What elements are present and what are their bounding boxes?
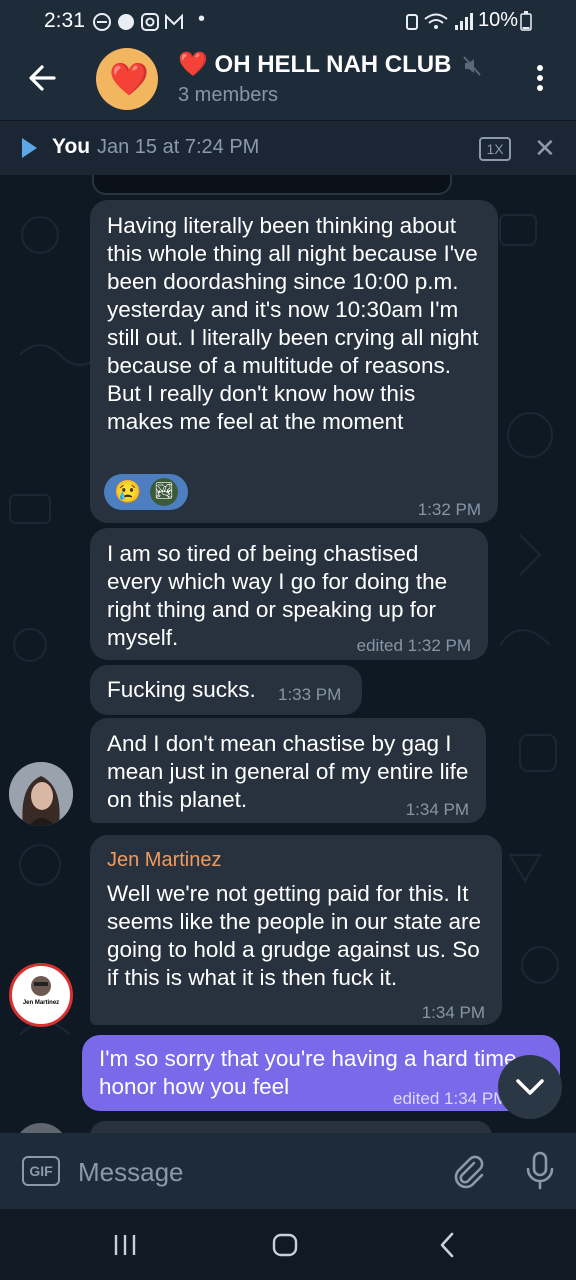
chat-title[interactable]: ❤️ OH HELL NAH CLUB [178, 50, 451, 79]
notification-icons [93, 13, 183, 31]
status-dot: • [198, 8, 206, 30]
group-avatar-heart: ❤️ [109, 61, 149, 97]
message-text: Fucking sucks. [107, 677, 256, 702]
playback-speed-button[interactable]: 1X [479, 137, 511, 161]
chevron-down-icon [516, 1079, 544, 1095]
user-avatar[interactable]: Jen Martinez [9, 963, 73, 1027]
message-time: 1:32 PM [417, 500, 481, 519]
message-text: Having literally been thinking about thi… [107, 213, 479, 434]
media-sender: You [52, 135, 91, 158]
message-bubble[interactable]: I am so tired of being chastised every w… [90, 528, 488, 660]
outgoing-message-bubble[interactable]: I'm so sorry that you're having a hard t… [82, 1035, 560, 1111]
user-avatar[interactable] [9, 762, 73, 826]
avatar-caption: Jen Martinez [22, 1000, 60, 1006]
message-time: edited 1:34 PM [393, 1089, 508, 1108]
partial-message-bubble [90, 1121, 492, 1133]
battery-icon [520, 11, 532, 31]
user-avatar-photo [9, 762, 73, 826]
group-avatar[interactable]: ❤️ [96, 48, 158, 110]
connectivity-icons [406, 13, 473, 30]
scroll-to-bottom-button[interactable] [498, 1055, 562, 1119]
muted-icon [463, 56, 481, 76]
microphone-icon[interactable] [522, 1151, 558, 1191]
battery-percent: 10% [477, 9, 518, 31]
home-icon[interactable] [271, 1232, 299, 1258]
message-composer: GIF [0, 1133, 576, 1209]
status-bar: 2:31 • 10% [0, 0, 576, 44]
message-text: Well we're not getting paid for this. It… [107, 881, 481, 990]
message-time: 1:33 PM [278, 685, 342, 704]
image-preview-partial[interactable] [92, 175, 452, 195]
chat-header: ❤️ ❤️ OH HELL NAH CLUB 3 members [0, 44, 576, 120]
play-icon[interactable] [22, 138, 37, 158]
back-nav-icon[interactable] [437, 1232, 457, 1258]
message-bubble[interactable]: Fucking sucks. 1:33 PM [90, 665, 362, 715]
recent-apps-icon[interactable] [113, 1234, 137, 1256]
message-bubble[interactable]: Having literally been thinking about thi… [90, 200, 498, 523]
message-input[interactable] [76, 1151, 440, 1193]
media-date: Jan 15 at 7:24 PM [97, 136, 260, 158]
message-time: 1:34 PM [405, 800, 469, 819]
message-reactions[interactable]: 😢 🏞 [104, 474, 188, 510]
media-player-bar[interactable]: You Jan 15 at 7:24 PM 1X ✕ [0, 120, 576, 175]
more-options-icon[interactable] [528, 64, 552, 92]
message-bubble[interactable]: And I don't mean chastise by gag I mean … [90, 718, 486, 823]
system-navigation-bar [0, 1209, 576, 1280]
chat-messages[interactable]: Having literally been thinking about thi… [0, 175, 576, 1133]
reaction-user-avatar: 🏞 [150, 478, 178, 506]
user-avatar-photo [31, 976, 51, 996]
back-arrow-icon[interactable] [24, 60, 60, 96]
message-bubble[interactable]: Jen Martinez Well we're not getting paid… [90, 835, 502, 1025]
reaction-crying-emoji: 😢 [114, 479, 142, 504]
gif-button[interactable]: GIF [22, 1156, 60, 1186]
close-icon[interactable]: ✕ [534, 133, 556, 164]
status-time: 2:31 [44, 9, 85, 32]
message-time: edited 1:32 PM [356, 636, 471, 655]
member-count: 3 members [178, 84, 279, 106]
sender-name[interactable]: Jen Martinez [107, 846, 493, 874]
attach-icon[interactable] [450, 1153, 486, 1189]
message-time: 1:34 PM [421, 1003, 485, 1022]
